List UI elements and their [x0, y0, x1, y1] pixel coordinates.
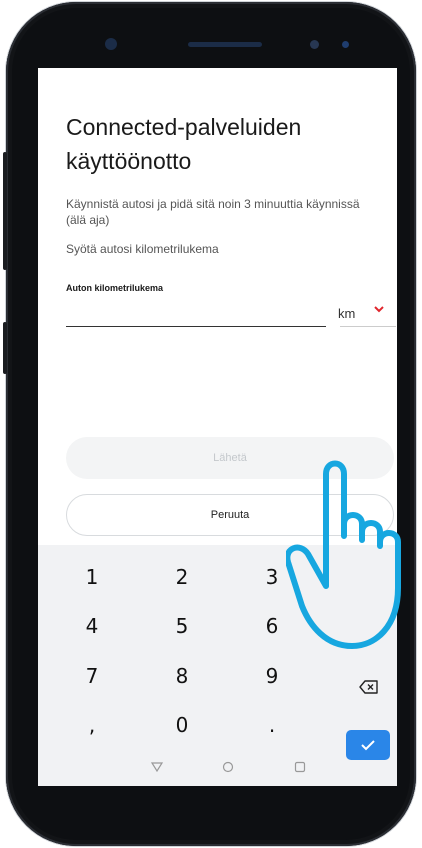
- mileage-field-label: Auton kilometrilukema: [66, 283, 164, 293]
- instruction-text-2: Syötä autosi kilometrilukema: [66, 242, 219, 256]
- unit-select[interactable]: km: [338, 306, 355, 321]
- key-5[interactable]: 5: [152, 608, 212, 644]
- unit-select-underline: [340, 326, 396, 327]
- key-2[interactable]: 2: [152, 559, 212, 595]
- key-period[interactable]: .: [242, 707, 302, 743]
- key-1[interactable]: 1: [62, 559, 122, 595]
- nav-back-icon[interactable]: [150, 760, 164, 778]
- volume-button: [3, 152, 7, 270]
- app-screen: Connected-palveluiden käyttöönotto Käynn…: [38, 68, 397, 786]
- nav-home-icon[interactable]: [222, 760, 234, 778]
- page-title: Connected-palveluiden käyttöönotto: [66, 114, 302, 174]
- mileage-input-underline: [66, 326, 326, 327]
- backspace-icon[interactable]: [359, 679, 379, 700]
- system-nav-bar: [38, 757, 397, 785]
- sensor: [310, 40, 319, 49]
- phone-frame: Connected-palveluiden käyttöönotto Käynn…: [3, 2, 416, 846]
- mileage-input[interactable]: [66, 300, 326, 326]
- key-7[interactable]: 7: [62, 658, 122, 694]
- hand-pointer-icon: [286, 460, 401, 649]
- sensor-light: [342, 41, 349, 48]
- bixby-button: [3, 322, 7, 374]
- key-9[interactable]: 9: [242, 658, 302, 694]
- front-camera: [105, 38, 117, 50]
- nav-recents-icon[interactable]: [294, 760, 306, 778]
- key-0[interactable]: 0: [152, 707, 212, 743]
- checkmark-icon: [361, 740, 375, 751]
- done-button[interactable]: [346, 730, 390, 760]
- key-comma[interactable]: ,: [62, 707, 122, 743]
- earpiece: [188, 42, 262, 47]
- key-4[interactable]: 4: [62, 608, 122, 644]
- instruction-text: Käynnistä autosi ja pidä sitä noin 3 min…: [66, 197, 360, 227]
- key-8[interactable]: 8: [152, 658, 212, 694]
- chevron-down-icon[interactable]: [372, 302, 386, 321]
